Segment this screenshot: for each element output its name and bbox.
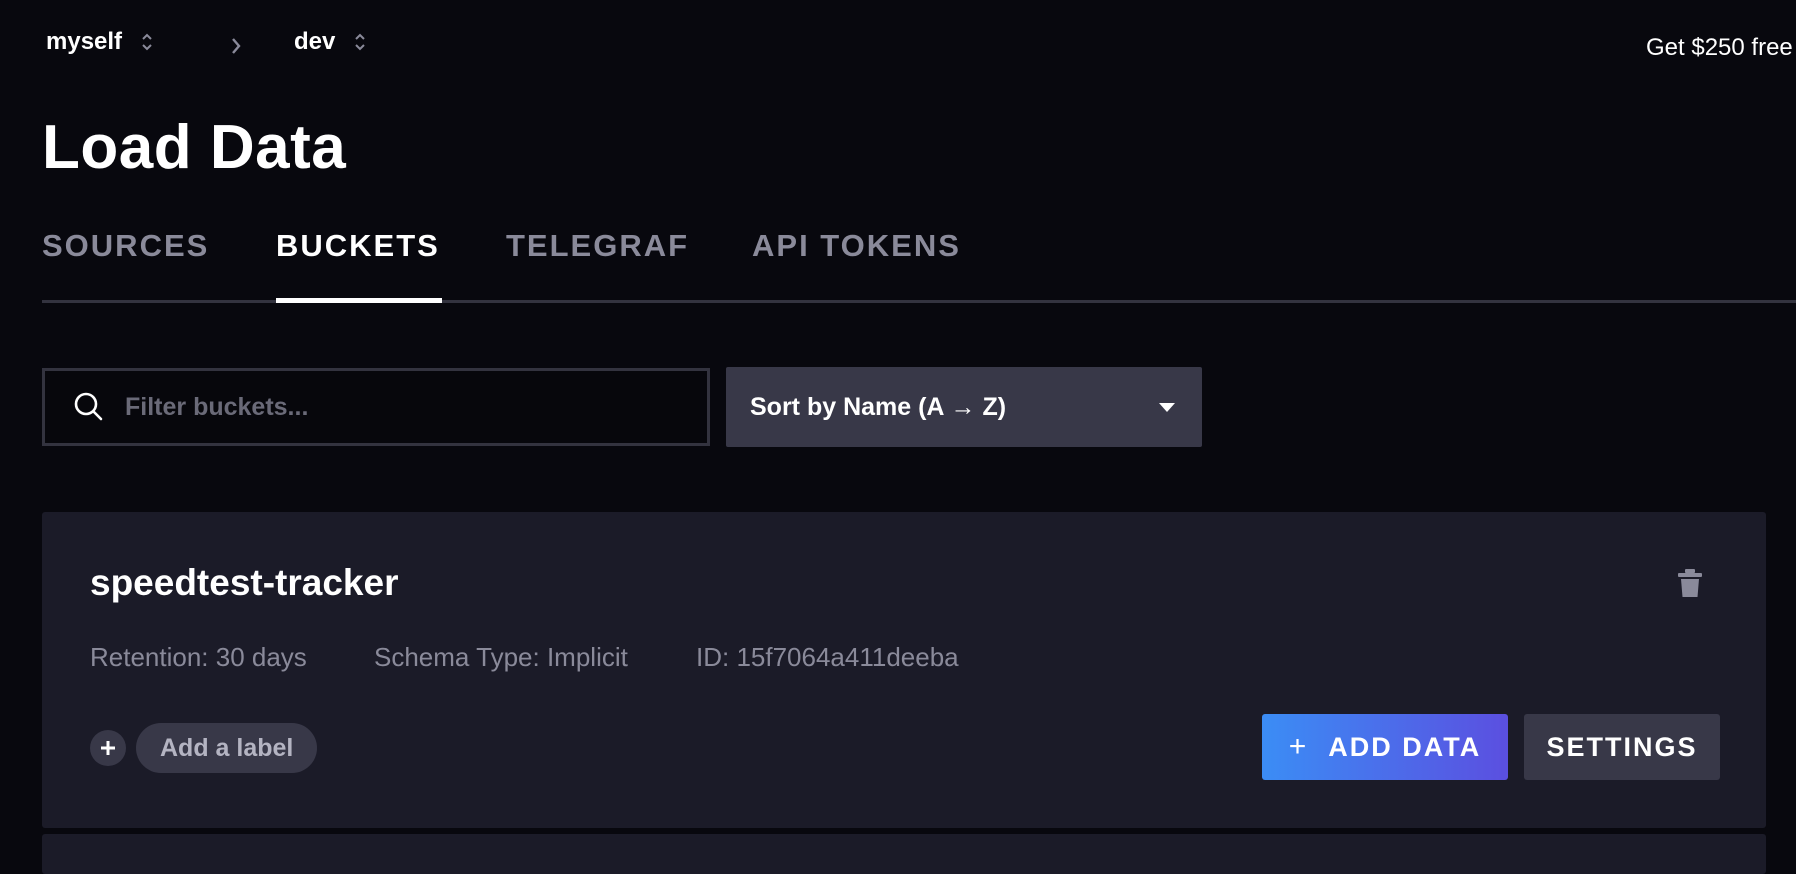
settings-button[interactable]: SETTINGS <box>1524 714 1720 780</box>
plus-icon: + <box>1288 730 1307 763</box>
bucket-card <box>42 834 1766 874</box>
plus-icon <box>101 741 115 755</box>
sort-dropdown[interactable]: Sort by Name (A → Z) <box>726 367 1202 447</box>
active-tab-indicator <box>276 298 442 303</box>
bucket-schema-type: Schema Type: Implicit <box>374 642 628 672</box>
chevron-updown-icon <box>140 30 154 54</box>
add-label-button[interactable]: Add a label <box>136 723 318 773</box>
tab-api-tokens[interactable]: API TOKENS <box>752 228 961 264</box>
bucket-retention: Retention: 30 days <box>90 642 307 672</box>
org-switcher[interactable]: myself <box>46 28 154 56</box>
search-icon <box>74 392 103 421</box>
caret-down-icon <box>1159 403 1175 412</box>
add-label-plus-button[interactable] <box>90 730 126 766</box>
filter-buckets-input[interactable] <box>123 391 663 423</box>
tab-telegraf[interactable]: TELEGRAF <box>506 228 689 264</box>
add-data-label: ADD DATA <box>1328 731 1482 762</box>
bucket-switcher[interactable]: dev <box>294 28 367 56</box>
sort-dropdown-label: Sort by Name (A → Z) <box>750 392 1007 421</box>
bucket-card: speedtest-tracker Retention: 30 days Sch… <box>42 512 1766 828</box>
bucket-id: ID: 15f7064a411deeba <box>696 642 959 672</box>
tab-buckets[interactable]: BUCKETS <box>276 228 440 264</box>
chevron-updown-icon <box>353 30 367 54</box>
tab-bar: SOURCES BUCKETS TELEGRAF API TOKENS <box>42 224 1796 304</box>
chevron-right-icon <box>232 38 241 54</box>
bucket-name-link[interactable]: speedtest-tracker <box>90 562 398 604</box>
bucket-context-name: dev <box>294 28 336 55</box>
add-data-button[interactable]: + ADD DATA <box>1262 714 1508 780</box>
free-credit-promo-link[interactable]: Get $250 free <box>1646 34 1796 62</box>
trash-icon[interactable] <box>1676 568 1704 598</box>
tab-sources[interactable]: SOURCES <box>42 228 209 264</box>
filter-buckets-box[interactable] <box>42 368 710 446</box>
top-bar: myself dev Get $250 free <box>0 0 1796 92</box>
org-name: myself <box>46 28 123 55</box>
page-title: Load Data <box>42 113 347 182</box>
